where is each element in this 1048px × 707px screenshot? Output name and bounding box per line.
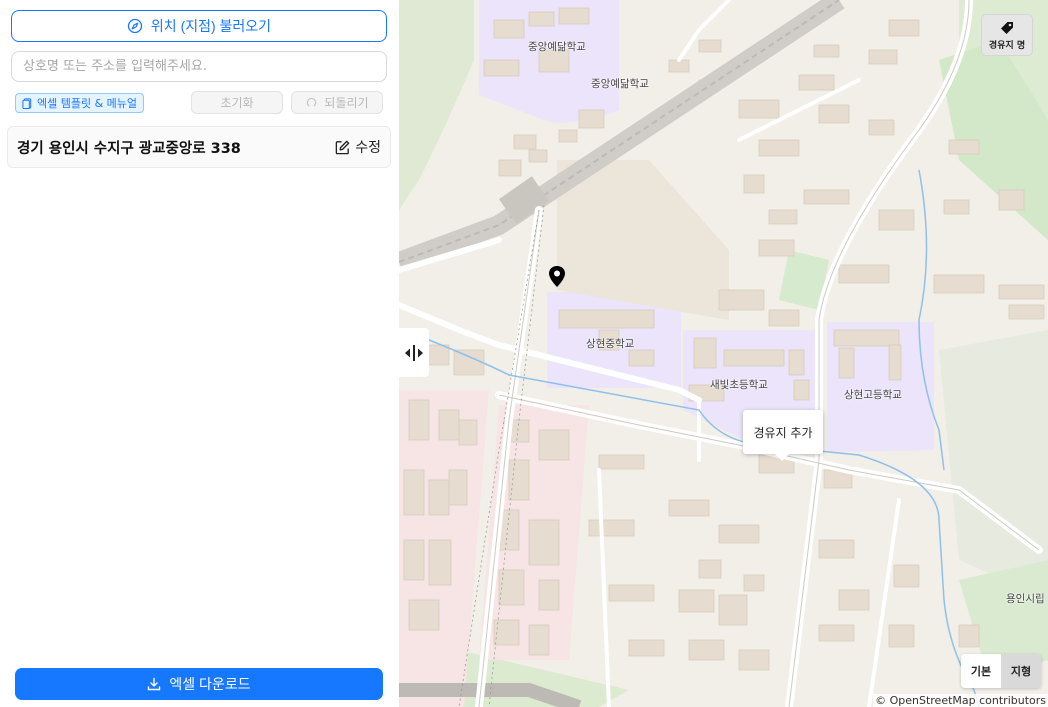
undo-icon [307,97,317,107]
map-label-school-4: 상현고등학교 [844,389,902,401]
address-card: 경기 용인시 수지구 광교중앙로 338 수정 [7,126,391,168]
map-label-school-3: 새빛초등학교 [710,379,768,391]
edit-icon [335,140,350,154]
layer-basic-button[interactable]: 기본 [961,654,1001,688]
waypoint-name-label: 경유지 명 [988,40,1026,51]
add-waypoint-label: 경유지 추가 [753,425,813,440]
tag-icon [1001,21,1013,34]
edit-address-button[interactable]: 수정 [334,137,381,157]
map-label-school-1-building: 중앙예닮학교 [528,41,586,53]
app-root: 위치 (지점) 불러오기 엑셀 템플릿 & 메뉴얼 초기화 되돌리기 경기 용인… [0,0,1048,707]
add-waypoint-popup[interactable]: 경유지 추가 [743,410,823,461]
map-base-layer [399,0,1048,707]
file-icon [22,97,32,109]
waypoint-name-button[interactable]: 경유지 명 [981,14,1033,56]
undo-label: 되돌리기 [324,96,369,110]
layer-terrain-button[interactable]: 지형 [1001,654,1041,688]
sidebar: 위치 (지점) 불러오기 엑셀 템플릿 & 메뉴얼 초기화 되돌리기 경기 용인… [0,0,399,707]
map-layer-toggle: 기본 지형 [961,654,1041,688]
search-input[interactable] [11,51,387,82]
excel-download-button[interactable]: 엑셀 다운로드 [15,668,383,700]
panel-resize-handle[interactable] [399,328,429,377]
excel-template-button[interactable]: 엑셀 템플릿 & 메뉴얼 [15,93,145,113]
map-label-school-1-area: 중앙예닮학교 [591,78,649,90]
map-attribution: © OpenStreetMap contributors [873,694,1048,707]
excel-download-label: 엑셀 다운로드 [169,676,251,692]
map-label-district: 용인시립 [1006,593,1045,605]
excel-template-label: 엑셀 템플릿 & 메뉴얼 [37,97,138,110]
compass-icon [127,18,143,34]
download-icon [148,677,161,691]
reset-button[interactable]: 초기화 [191,91,283,114]
map-view[interactable]: 중앙예닮학교 중앙예닮학교 상현중학교 새빛초등학교 상현고등학교 용인시립 경… [399,0,1048,707]
undo-button[interactable]: 되돌리기 [291,91,383,114]
reset-label: 초기화 [220,96,254,110]
load-location-label: 위치 (지점) 불러오기 [150,18,272,34]
edit-label: 수정 [355,140,381,156]
resize-arrows-icon [405,344,423,361]
map-label-school-2: 상현중학교 [586,338,635,350]
address-text: 경기 용인시 수지구 광교중앙로 338 [17,140,241,157]
load-location-button[interactable]: 위치 (지점) 불러오기 [11,10,387,42]
location-pin-icon[interactable] [547,265,567,289]
